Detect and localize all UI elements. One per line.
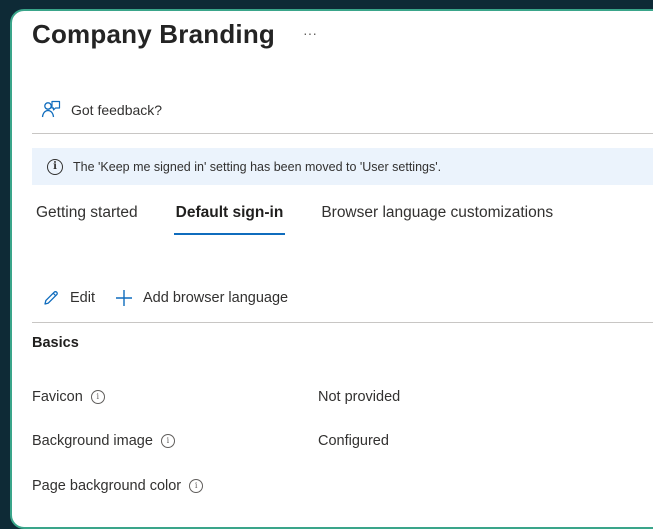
company-branding-panel: Company Branding ··· Got feedback? i The… <box>10 9 653 529</box>
property-row-background-image: Background image i Configured <box>32 433 389 449</box>
command-bar: Edit Add browser language <box>42 289 308 307</box>
property-row-page-background-color: Page background color i <box>32 478 204 494</box>
add-browser-language-button[interactable]: Add browser language <box>115 289 288 307</box>
info-icon[interactable]: i <box>160 434 175 448</box>
property-label: Background image i <box>32 433 175 449</box>
divider <box>32 133 653 134</box>
tab-getting-started[interactable]: Getting started <box>36 204 138 231</box>
property-value: Configured <box>318 433 389 449</box>
property-label-text: Favicon <box>32 389 83 405</box>
info-icon[interactable]: i <box>90 390 105 404</box>
info-icon: i <box>47 158 63 175</box>
page-title: Company Branding <box>32 19 275 49</box>
property-value: Not provided <box>318 389 401 405</box>
property-label-text: Page background color <box>32 478 182 494</box>
info-banner: i The 'Keep me signed in' setting has be… <box>32 148 653 185</box>
property-label: Favicon i <box>32 389 105 405</box>
pencil-icon <box>44 291 58 305</box>
section-title-basics: Basics <box>32 335 79 351</box>
more-options-icon[interactable]: ··· <box>303 25 317 41</box>
edit-label: Edit <box>70 290 95 306</box>
title-row: Company Branding ··· <box>32 19 317 50</box>
feedback-label: Got feedback? <box>71 102 163 118</box>
property-label: Page background color i <box>32 478 204 494</box>
property-row-favicon: Favicon i Not provided <box>32 389 400 405</box>
tab-bar: Getting started Default sign-in Browser … <box>36 204 591 235</box>
feedback-link[interactable]: Got feedback? <box>41 100 162 120</box>
divider <box>32 322 653 323</box>
property-label-text: Background image <box>32 433 153 449</box>
plus-icon <box>116 290 132 306</box>
edit-button[interactable]: Edit <box>42 289 95 307</box>
info-banner-text: The 'Keep me signed in' setting has been… <box>73 159 442 174</box>
info-icon[interactable]: i <box>189 479 204 493</box>
tab-browser-language-customizations[interactable]: Browser language customizations <box>321 204 553 231</box>
tab-default-sign-in[interactable]: Default sign-in <box>173 204 285 235</box>
add-browser-language-label: Add browser language <box>143 290 289 306</box>
feedback-icon <box>41 100 61 118</box>
